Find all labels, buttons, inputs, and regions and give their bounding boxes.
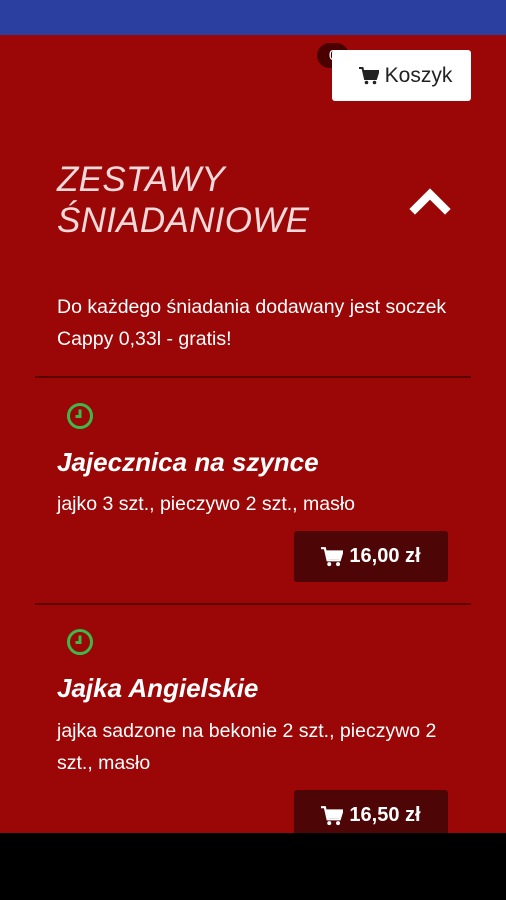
cart-button[interactable]: Koszyk xyxy=(332,50,471,101)
clock-icon xyxy=(67,403,93,429)
item-name: Jajecznica na szynce xyxy=(57,447,319,477)
section-description: Do każdego śniadania dodawany jest socze… xyxy=(57,296,447,350)
chevron-up-icon[interactable] xyxy=(408,185,452,215)
status-bar xyxy=(0,0,506,35)
item-description: jajko 3 szt., pieczywo 2 szt., masło xyxy=(57,493,356,515)
add-to-cart-button[interactable]: 16,00 zł xyxy=(294,531,448,582)
item-name: Jajka Angielskie xyxy=(57,673,259,703)
navigation-bar xyxy=(0,833,506,900)
cart-icon xyxy=(321,805,344,825)
menu-screen: 0 Koszyk ZESTAWY ŚNIADANIOWE Do każdego … xyxy=(0,35,506,833)
cart-icon xyxy=(358,66,379,84)
item-price: 16,50 zł xyxy=(349,804,421,826)
cart-label: Koszyk xyxy=(384,63,453,87)
divider xyxy=(35,376,471,378)
divider xyxy=(35,603,471,605)
item-description: jajka sadzone na bekonie 2 szt., pieczyw… xyxy=(57,720,437,774)
item-price: 16,00 zł xyxy=(349,545,421,567)
cart-icon xyxy=(321,546,344,566)
section-title: ZESTAWY ŚNIADANIOWE xyxy=(57,160,310,240)
add-to-cart-button[interactable]: 16,50 zł xyxy=(294,790,448,833)
clock-icon xyxy=(67,629,93,655)
